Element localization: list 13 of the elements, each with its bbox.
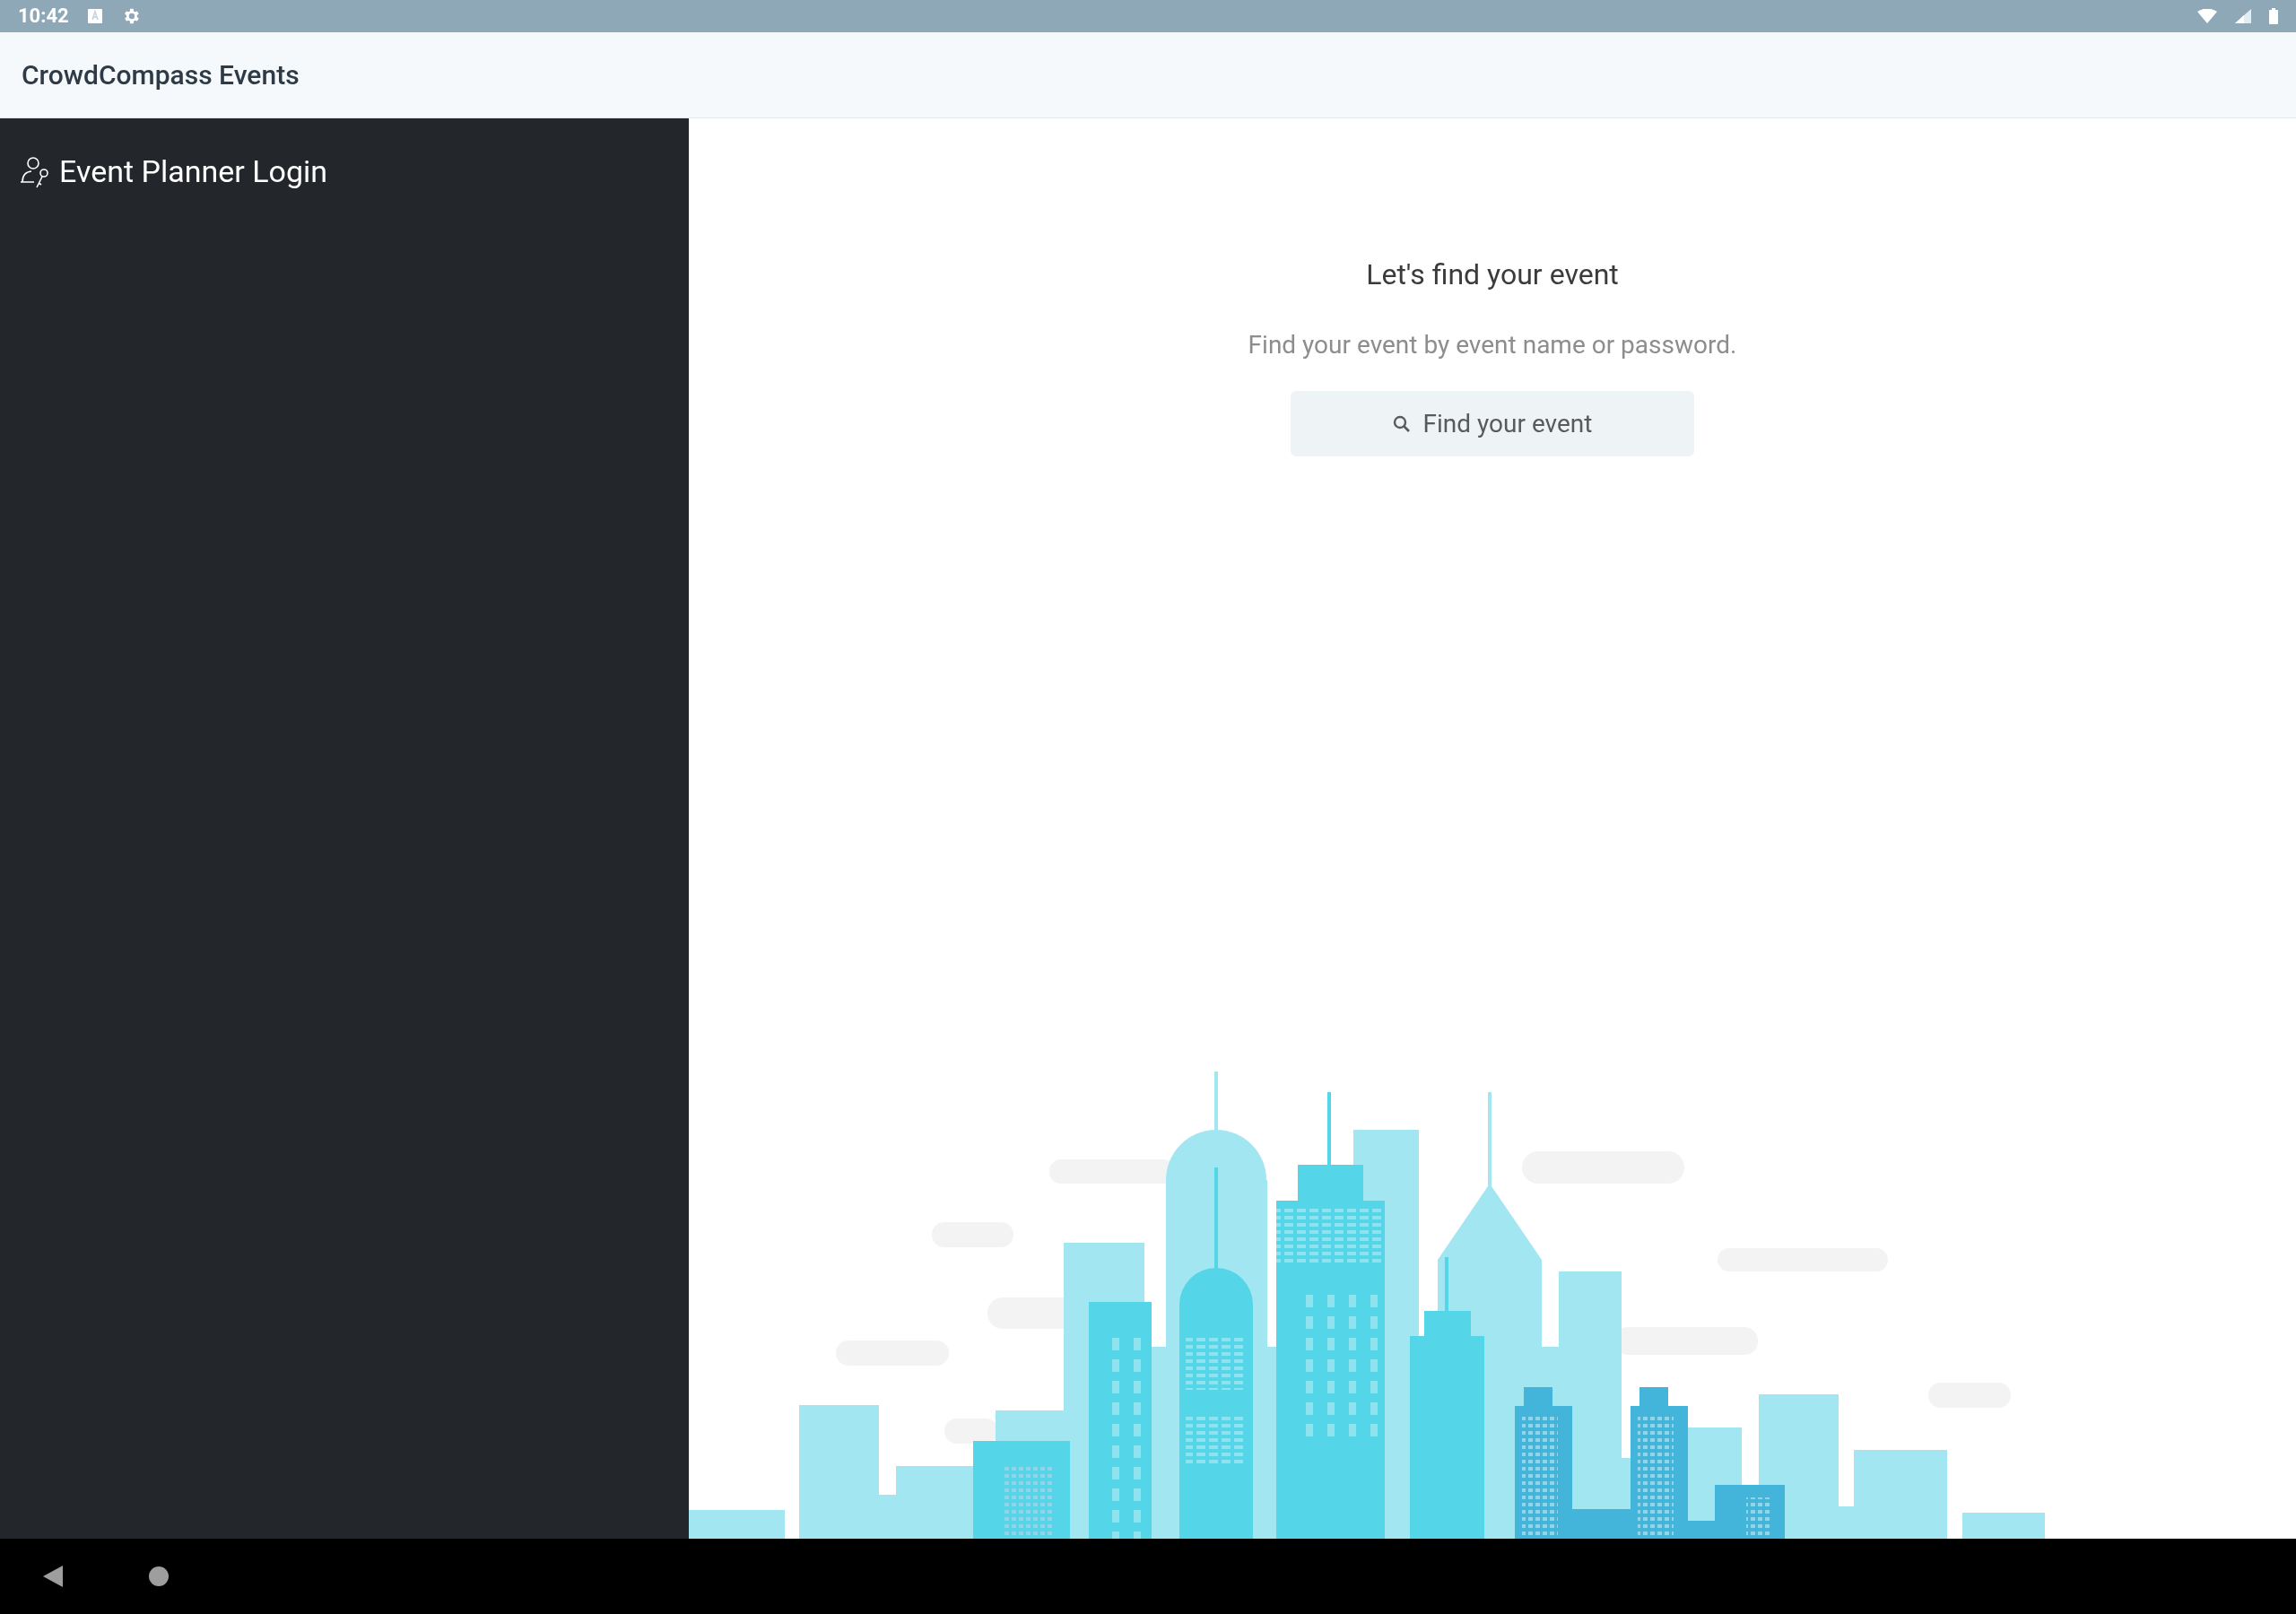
keyboard-icon bbox=[86, 8, 103, 24]
app-title: CrowdCompass Events bbox=[22, 58, 300, 92]
signal-icon bbox=[2235, 9, 2251, 23]
status-time: 10:42 bbox=[18, 6, 69, 26]
find-event-button[interactable]: Find your event bbox=[1291, 391, 1694, 456]
wifi-icon bbox=[2197, 9, 2217, 23]
heading: Let's find your event bbox=[1366, 256, 1619, 293]
home-icon[interactable] bbox=[149, 1566, 169, 1586]
battery-icon bbox=[2269, 8, 2278, 24]
search-icon bbox=[1392, 414, 1411, 433]
back-icon[interactable] bbox=[43, 1566, 63, 1587]
subtitle: Find your event by event name or password. bbox=[1248, 329, 1737, 361]
sidebar-item[interactable]: Event Planner Login bbox=[20, 145, 669, 198]
